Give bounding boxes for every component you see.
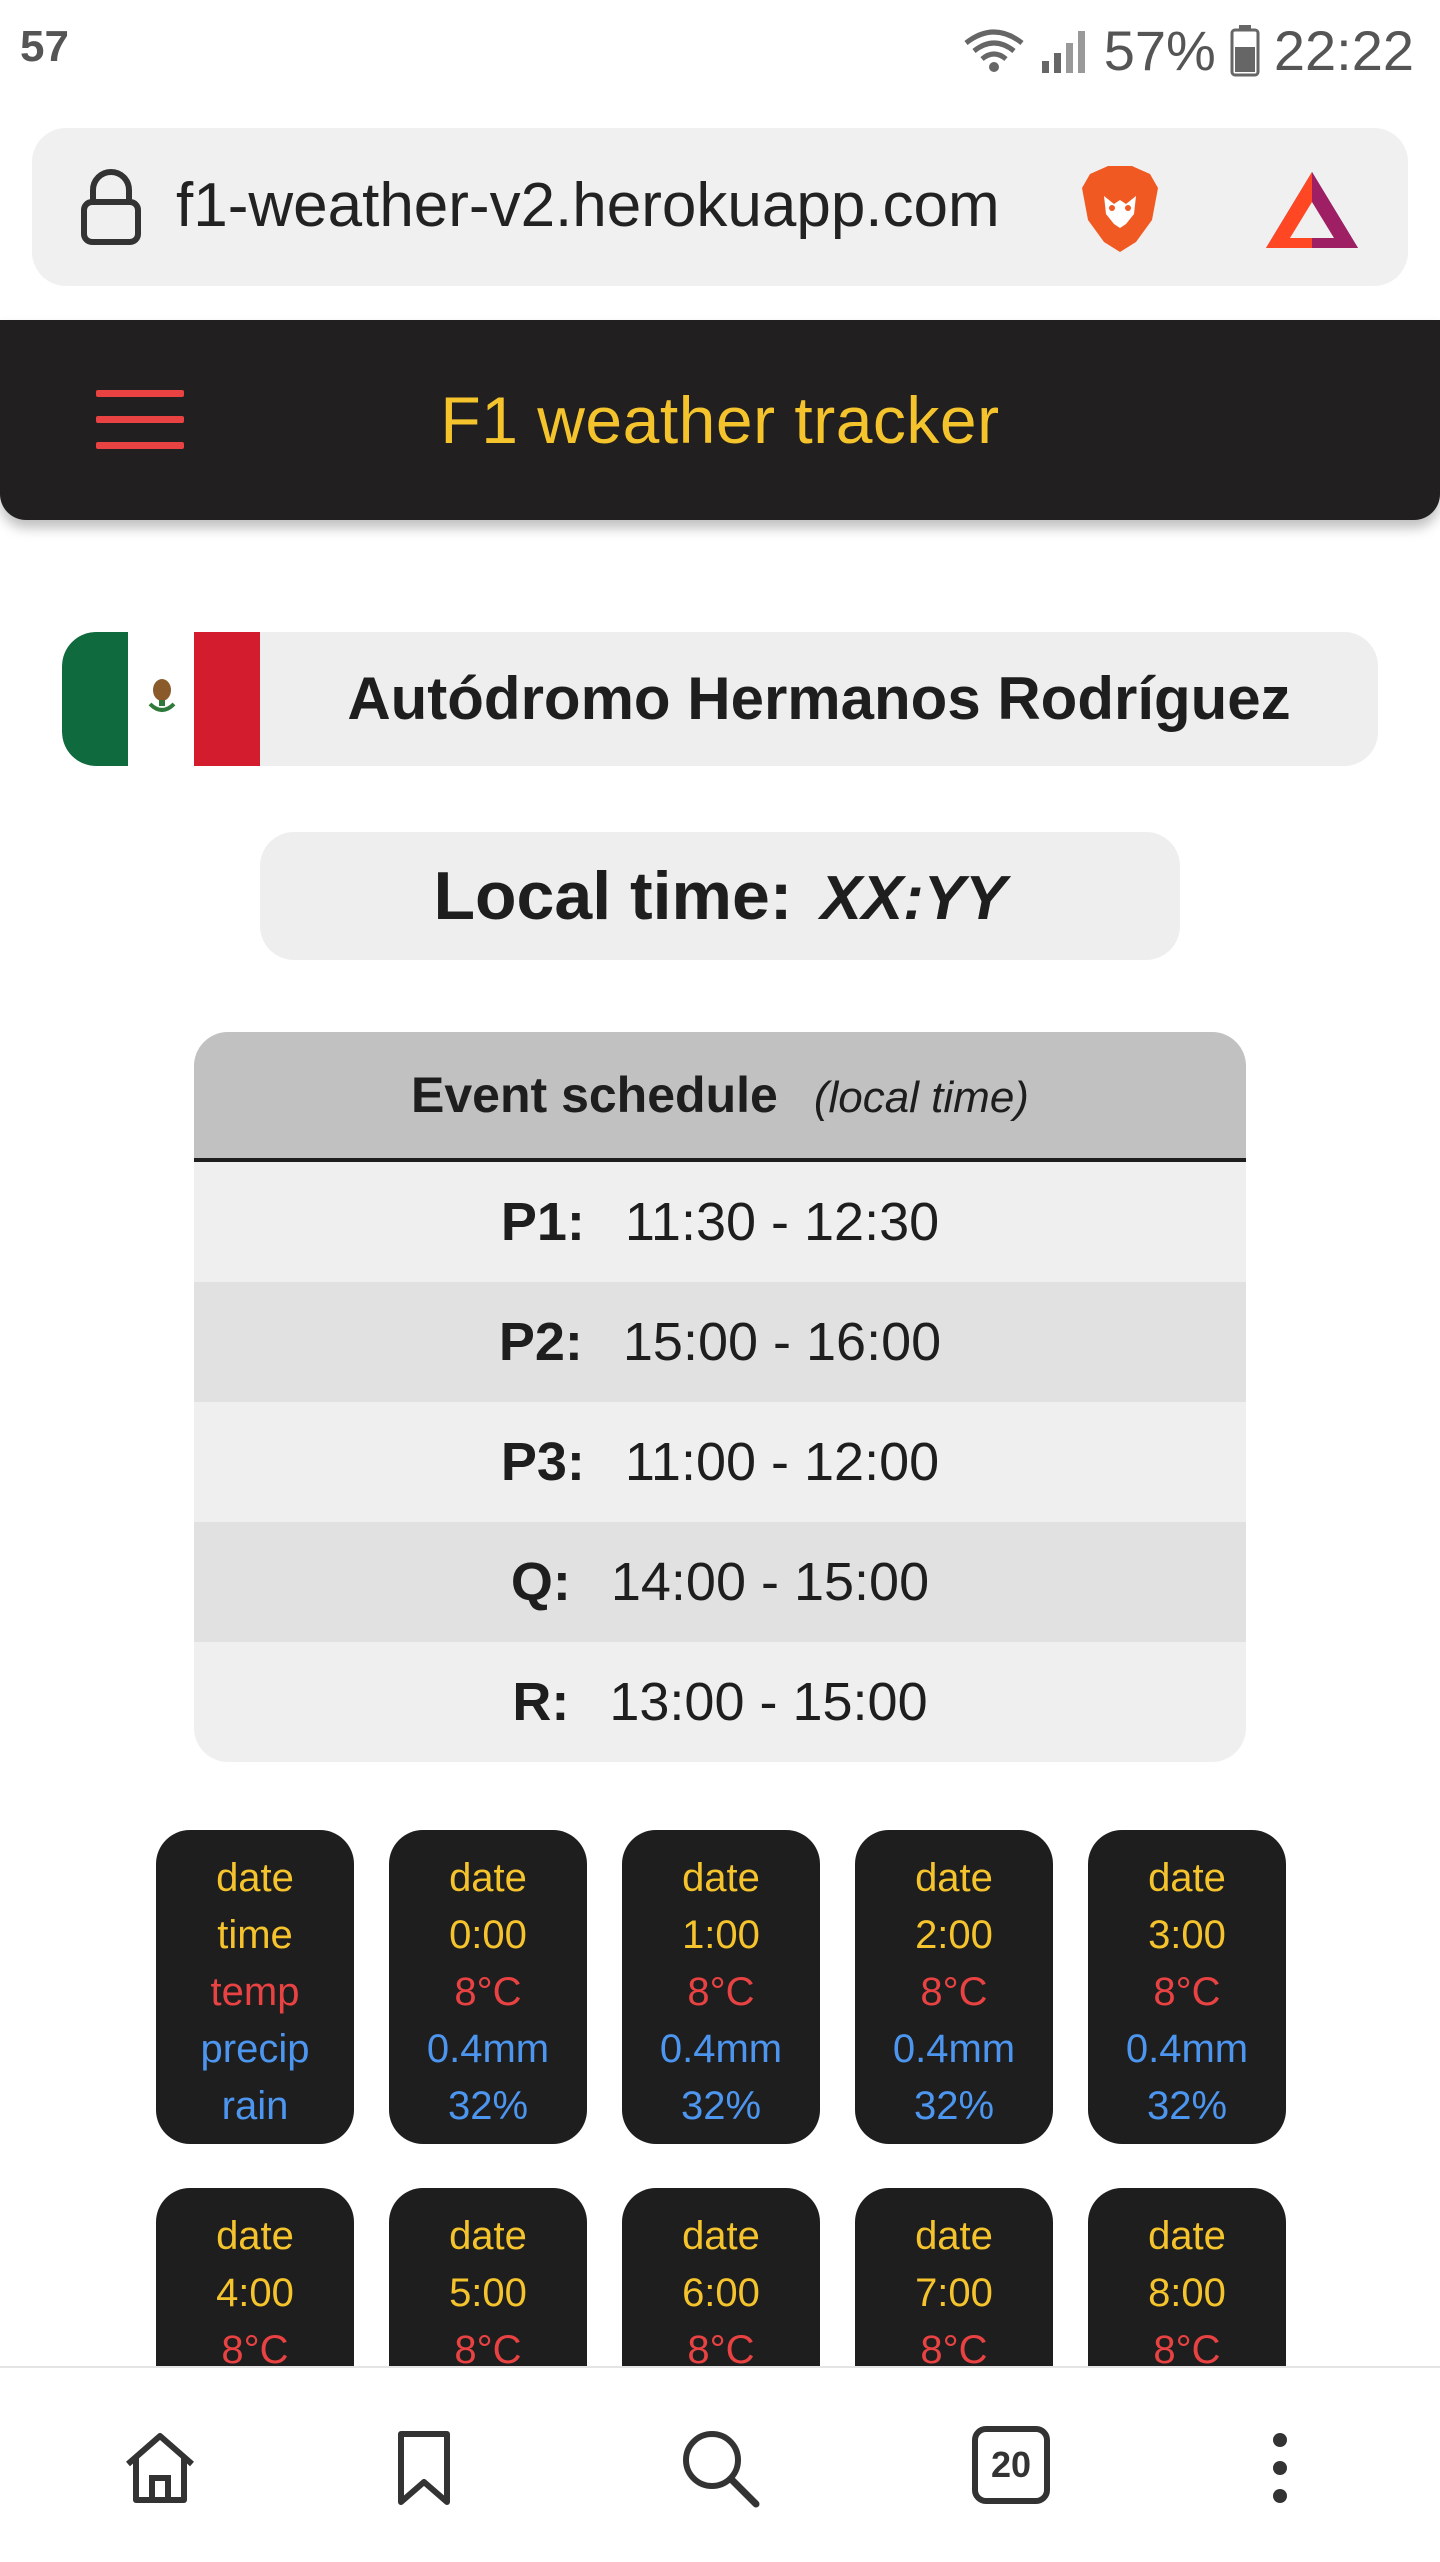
card-time: 3:00 — [1148, 1913, 1226, 1957]
schedule-row: P1: 11:30 - 12:30 — [194, 1162, 1246, 1282]
wifi-icon — [962, 27, 1026, 75]
forecast-card: date 1:00 8°C 0.4mm 32% — [622, 1830, 820, 2144]
card-rain: 32% — [447, 2084, 529, 2128]
brave-shield-icon[interactable] — [1070, 158, 1170, 263]
circuit-banner: Autódromo Hermanos Rodríguez — [62, 632, 1378, 766]
browser-bottom-nav: 20 — [0, 2366, 1440, 2562]
card-temp: 8°C — [687, 1970, 755, 2014]
card-precip: 0.4mm — [1125, 2027, 1249, 2071]
bookmark-icon — [398, 2431, 450, 2505]
session-label: Q: — [510, 1552, 571, 1612]
mexico-flag-icon — [62, 632, 260, 766]
more-vertical-icon — [1273, 2433, 1287, 2503]
card-temp: 8°C — [920, 1970, 988, 2014]
forecast-card: date 2:00 8°C 0.4mm 32% — [855, 1830, 1053, 2144]
event-schedule-table: Event schedule (local time) P1: 11:30 - 12… — [194, 1032, 1246, 1762]
app-title: F1 weather tracker — [440, 383, 1000, 457]
card-precip: 0.4mm — [892, 2027, 1016, 2071]
schedule-header: Event schedule (local time) — [194, 1032, 1246, 1162]
url-text[interactable]: f1-weather-v2.herokuapp.com — [176, 170, 1000, 241]
status-right: 57% 22:22 — [962, 18, 1414, 83]
card-temp: temp — [210, 1970, 300, 2014]
card-rain: 32% — [1146, 2084, 1228, 2128]
status-notification-count: 57 — [20, 22, 69, 71]
schedule-row: P3: 11:00 - 12:00 — [194, 1402, 1246, 1522]
session-time: 11:00 - 12:00 — [624, 1432, 940, 1492]
status-clock: 22:22 — [1273, 19, 1414, 82]
card-date: date — [915, 2214, 993, 2258]
card-time: time — [217, 1913, 293, 1957]
search-button[interactable] — [672, 2420, 768, 2516]
more-menu-button[interactable] — [1232, 2420, 1328, 2516]
eagle-emblem-icon — [148, 679, 176, 712]
forecast-card: date 0:00 8°C 0.4mm 32% — [389, 1830, 587, 2144]
card-date: date — [915, 1856, 993, 1900]
card-time: 2:00 — [915, 1913, 993, 1957]
card-precip: 0.4mm — [426, 2027, 550, 2071]
schedule-title: Event schedule — [411, 1067, 778, 1123]
card-time: 8:00 — [1148, 2271, 1226, 2315]
card-time: 5:00 — [449, 2271, 527, 2315]
card-date: date — [216, 2214, 294, 2258]
schedule-row: P2: 15:00 - 16:00 — [194, 1282, 1246, 1402]
session-time: 11:30 - 12:30 — [624, 1192, 940, 1252]
card-date: date — [1148, 2214, 1226, 2258]
session-label: P1: — [500, 1192, 585, 1252]
card-temp: 8°C — [1153, 1970, 1221, 2014]
address-bar[interactable]: f1-weather-v2.herokuapp.com — [32, 128, 1408, 286]
card-time: 4:00 — [216, 2271, 294, 2315]
tabs-button[interactable]: 20 — [972, 2426, 1050, 2504]
card-temp: 8°C — [454, 1970, 522, 2014]
lock-icon[interactable] — [78, 168, 144, 251]
home-icon — [126, 2433, 194, 2503]
local-time-value: XX:YY — [820, 864, 1007, 933]
card-precip: precip — [200, 2027, 310, 2071]
session-label: P2: — [498, 1312, 583, 1372]
forecast-card: date 3:00 8°C 0.4mm 32% — [1088, 1830, 1286, 2144]
card-date: date — [1148, 1856, 1226, 1900]
home-button[interactable] — [112, 2420, 208, 2516]
card-time: 0:00 — [449, 1913, 527, 1957]
card-rain: 32% — [913, 2084, 995, 2128]
schedule-row: Q: 14:00 - 15:00 — [194, 1522, 1246, 1642]
card-date: date — [682, 1856, 760, 1900]
local-time-label: Local time: — [433, 858, 793, 934]
signal-icon — [1040, 27, 1090, 75]
card-date: date — [682, 2214, 760, 2258]
card-precip: 0.4mm — [659, 2027, 783, 2071]
local-time-box: Local time: XX:YY — [260, 832, 1180, 960]
card-date: date — [216, 1856, 294, 1900]
forecast-legend-card: date time temp precip rain — [156, 1830, 354, 2144]
card-rain: rain — [221, 2084, 289, 2128]
session-time: 13:00 - 15:00 — [609, 1672, 928, 1732]
rewards-triangle-icon[interactable] — [1262, 168, 1362, 257]
battery-percent: 57% — [1103, 19, 1216, 82]
card-time: 1:00 — [682, 1913, 760, 1957]
card-time: 6:00 — [682, 2271, 760, 2315]
session-time: 15:00 - 16:00 — [622, 1312, 942, 1372]
session-label: R: — [512, 1672, 570, 1732]
app-header: F1 weather tracker — [0, 320, 1440, 520]
search-icon — [683, 2431, 760, 2508]
session-label: P3: — [500, 1432, 585, 1492]
schedule-note: (local time) — [813, 1073, 1029, 1122]
card-time: 7:00 — [915, 2271, 993, 2315]
card-rain: 32% — [680, 2084, 762, 2128]
bookmarks-button[interactable] — [376, 2420, 472, 2516]
battery-icon — [1230, 24, 1260, 77]
card-date: date — [449, 1856, 527, 1900]
status-bar: 57 57% 22:22 — [0, 0, 1440, 100]
schedule-row: R: 13:00 - 15:00 — [194, 1642, 1246, 1762]
card-date: date — [449, 2214, 527, 2258]
circuit-name: Autódromo Hermanos Rodríguez — [347, 665, 1291, 732]
forecast-row-1: date time temp precip rain date 0:00 8°C… — [156, 1830, 1286, 2144]
session-time: 14:00 - 15:00 — [610, 1552, 930, 1612]
